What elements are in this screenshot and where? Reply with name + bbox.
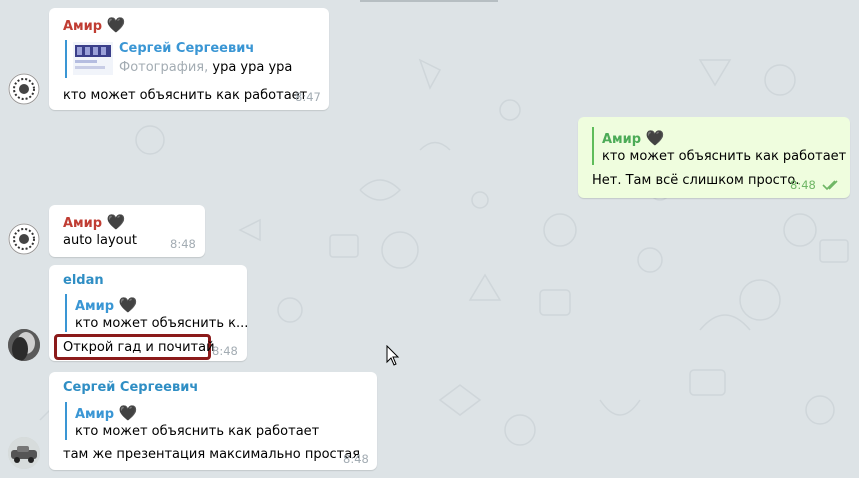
- message-sender[interactable]: Сергей Сергеевич: [63, 380, 198, 395]
- message-sender[interactable]: Амир 🖤: [63, 213, 125, 231]
- reply-text: кто может объяснить как работает: [75, 424, 320, 439]
- black-heart-icon: 🖤: [118, 296, 138, 314]
- double-check-icon: [822, 180, 838, 191]
- message-text: кто может объяснить как работает: [63, 88, 308, 103]
- reply-author: Амир 🖤: [75, 404, 138, 422]
- reply-preview[interactable]: Амир 🖤 кто может объяснить как работает: [65, 402, 333, 440]
- message-bubble[interactable]: eldan Амир 🖤 кто может объяснить к... От…: [49, 265, 248, 361]
- reply-text: кто может объяснить к...: [75, 316, 249, 331]
- message-time: 8:48: [343, 452, 369, 466]
- message-bubble[interactable]: Амир 🖤 Сергей Сергеевич Фотография, ура …: [49, 8, 329, 110]
- message-text: auto layout: [63, 233, 137, 248]
- avatar[interactable]: [8, 329, 40, 361]
- photo-thumbnail: [73, 42, 113, 75]
- message-text: Нет. Там всё слишком просто.: [592, 173, 800, 188]
- message-text: Открой гад и почитай: [63, 340, 215, 355]
- message-bubble[interactable]: Сергей Сергеевич Амир 🖤 кто может объясн…: [49, 372, 377, 470]
- message-sender[interactable]: Амир 🖤: [63, 16, 125, 34]
- message-bubble[interactable]: Амир 🖤 auto layout 8:48: [49, 205, 205, 257]
- black-heart-icon: 🖤: [645, 129, 665, 147]
- message-text: там же презентация максимально простая: [63, 447, 361, 462]
- mouse-cursor-icon: [386, 345, 400, 366]
- reply-text: кто может объяснить как работает: [602, 149, 847, 164]
- message-time: 8:48: [212, 344, 238, 358]
- reply-preview[interactable]: Амир 🖤 кто может объяснить к...: [65, 294, 248, 332]
- avatar[interactable]: [8, 437, 40, 469]
- top-divider: [360, 0, 498, 2]
- reply-preview[interactable]: Амир 🖤 кто может объяснить как работает: [592, 127, 846, 165]
- reply-author: Амир 🖤: [75, 296, 138, 314]
- reply-text: Фотография, ура ура ура: [119, 60, 293, 75]
- message-time: 8:48: [790, 178, 816, 192]
- avatar[interactable]: [8, 73, 40, 105]
- message-bubble-outgoing[interactable]: Амир 🖤 кто может объяснить как работает …: [578, 117, 850, 198]
- avatar[interactable]: [8, 223, 40, 255]
- message-time: 8:48: [170, 237, 196, 251]
- black-heart-icon: 🖤: [106, 16, 126, 34]
- message-sender[interactable]: eldan: [63, 273, 104, 288]
- black-heart-icon: 🖤: [106, 213, 126, 231]
- message-time: 8:47: [295, 90, 321, 104]
- reply-author: Сергей Сергеевич: [119, 41, 255, 56]
- reply-preview[interactable]: Сергей Сергеевич Фотография, ура ура ура: [65, 40, 313, 78]
- black-heart-icon: 🖤: [118, 404, 138, 422]
- reply-author: Амир 🖤: [602, 129, 665, 147]
